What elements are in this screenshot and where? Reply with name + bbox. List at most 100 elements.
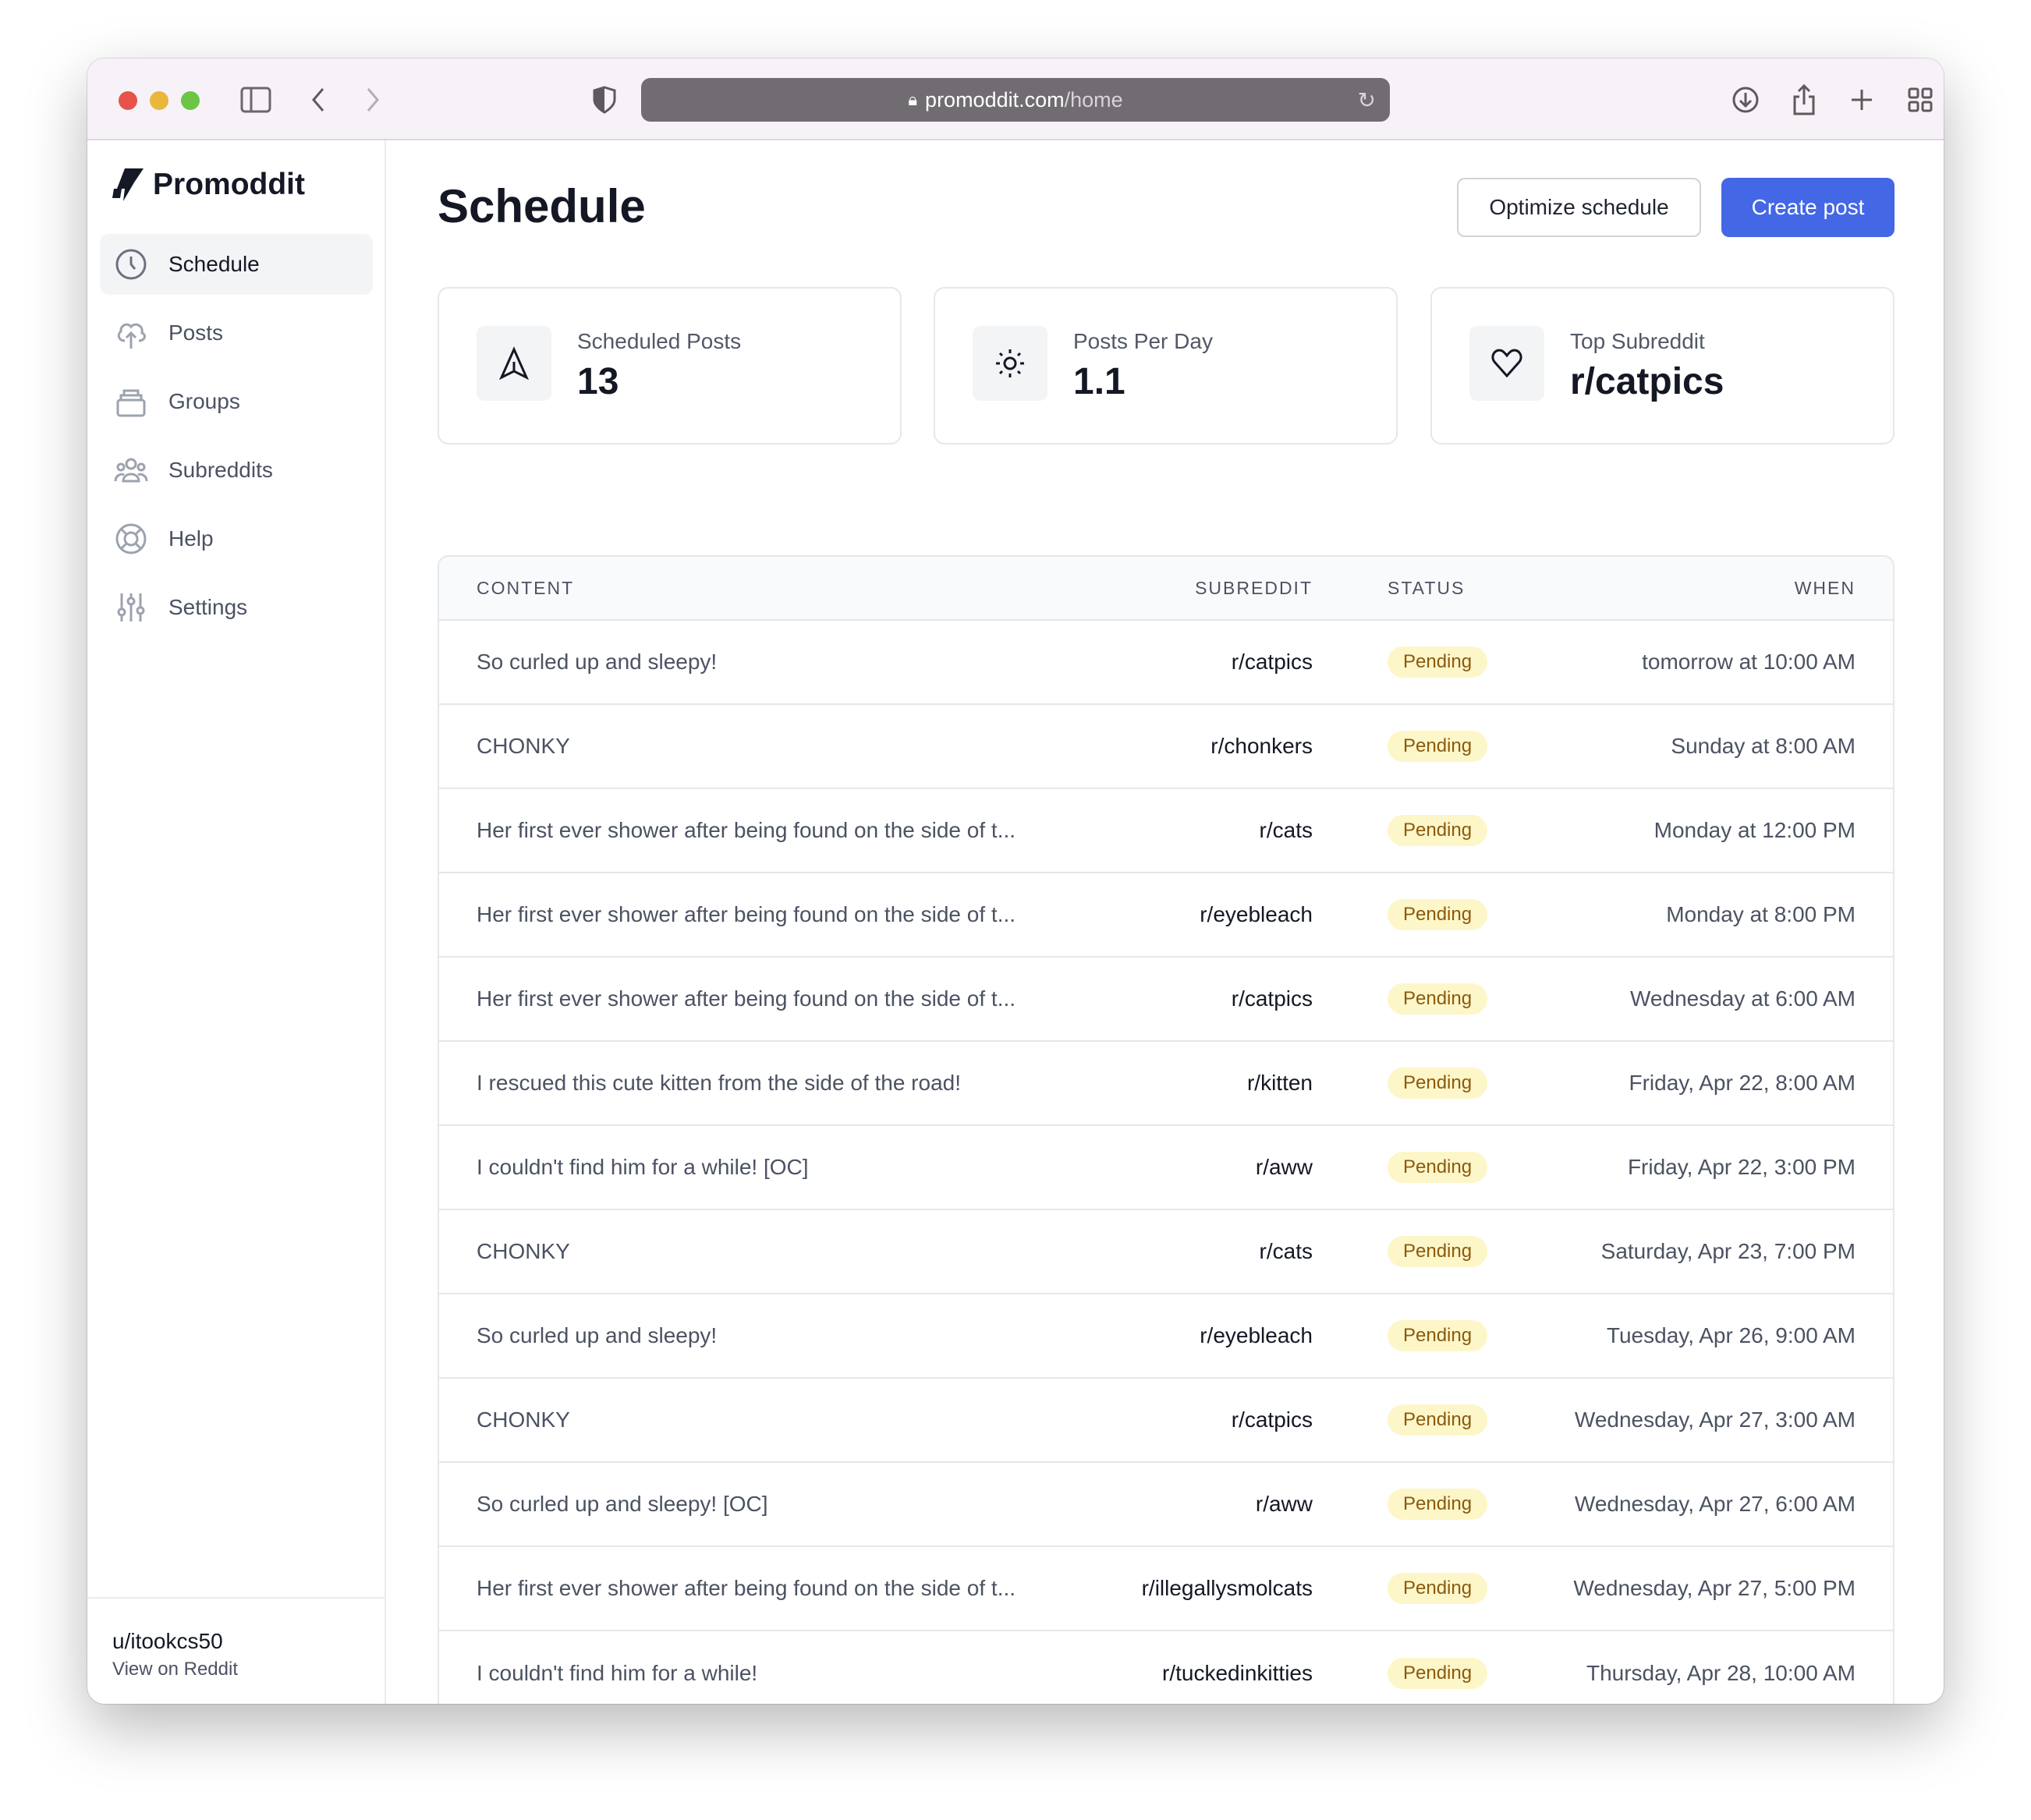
- post-when: Sunday at 8:00 AM: [1671, 734, 1856, 758]
- sidebar-item-label: Settings: [168, 595, 248, 619]
- sidebar: Promoddit Schedule Posts Groups Subreddi…: [87, 140, 386, 1704]
- main-content: Schedule Optimize schedule Create post S…: [386, 140, 1944, 1704]
- post-content: Her first ever shower after being found …: [477, 986, 1016, 1011]
- post-when: Friday, Apr 22, 8:00 AM: [1629, 1071, 1856, 1095]
- url-path: /home: [1064, 87, 1123, 112]
- tab-overview-icon[interactable]: [1902, 82, 1938, 118]
- minimize-window-button[interactable]: [150, 91, 168, 110]
- sidebar-item-label: Subreddits: [168, 458, 273, 482]
- stat-label: Scheduled Posts: [577, 329, 742, 353]
- post-subreddit: r/eyebleach: [1200, 1323, 1313, 1347]
- table-row[interactable]: Her first ever shower after being found …: [439, 789, 1893, 873]
- divider: [87, 1597, 385, 1599]
- back-icon[interactable]: [300, 82, 336, 118]
- sidebar-item-label: Help: [168, 526, 214, 551]
- lock-icon: 🔒︎: [908, 90, 918, 109]
- post-when: Wednesday at 6:00 AM: [1630, 986, 1856, 1011]
- post-subreddit: r/catpics: [1231, 1407, 1313, 1432]
- post-subreddit: r/tuckedinkitties: [1162, 1661, 1313, 1685]
- stack-icon: [116, 389, 146, 417]
- table-row[interactable]: CHONKY r/catpics Pending Wednesday, Apr …: [439, 1379, 1893, 1463]
- sidebar-item-schedule[interactable]: Schedule: [100, 234, 373, 295]
- status-badge: Pending: [1388, 1573, 1488, 1604]
- close-window-button[interactable]: [119, 91, 137, 110]
- sidebar-item-posts[interactable]: Posts: [100, 303, 373, 363]
- table-row[interactable]: So curled up and sleepy! [OC] r/aww Pend…: [439, 1463, 1893, 1547]
- post-subreddit: r/illegallysmolcats: [1141, 1576, 1313, 1600]
- sidebar-toggle-icon[interactable]: [238, 82, 274, 118]
- clock-icon: [115, 249, 147, 280]
- post-when: Friday, Apr 22, 3:00 PM: [1627, 1155, 1856, 1179]
- post-content: Her first ever shower after being found …: [477, 818, 1016, 842]
- heart-icon: [1491, 349, 1522, 378]
- status-badge: Pending: [1388, 1152, 1488, 1183]
- stat-value: 1.1: [1073, 361, 1125, 402]
- stat-value: 13: [577, 361, 619, 402]
- post-content: Her first ever shower after being found …: [477, 902, 1016, 926]
- table-row[interactable]: I couldn't find him for a while! r/tucke…: [439, 1631, 1893, 1704]
- table-row[interactable]: CHONKY r/chonkers Pending Sunday at 8:00…: [439, 705, 1893, 789]
- create-post-button[interactable]: Create post: [1721, 178, 1895, 237]
- status-badge: Pending: [1388, 1068, 1488, 1099]
- maximize-window-button[interactable]: [181, 91, 200, 110]
- app-logo[interactable]: Promoddit: [112, 168, 305, 202]
- sidebar-item-label: Posts: [168, 320, 224, 345]
- stat-label: Posts Per Day: [1073, 329, 1213, 353]
- table-row[interactable]: I rescued this cute kitten from the side…: [439, 1042, 1893, 1126]
- optimize-schedule-button[interactable]: Optimize schedule: [1457, 178, 1701, 237]
- new-tab-icon[interactable]: [1844, 82, 1880, 118]
- post-content: I rescued this cute kitten from the side…: [477, 1071, 961, 1095]
- table-row[interactable]: Her first ever shower after being found …: [439, 958, 1893, 1042]
- post-when: Thursday, Apr 28, 10:00 AM: [1586, 1661, 1856, 1685]
- reload-icon[interactable]: ↻: [1358, 87, 1376, 113]
- post-subreddit: r/kitten: [1246, 1071, 1313, 1095]
- sidebar-item-groups[interactable]: Groups: [100, 371, 373, 432]
- post-when: Monday at 8:00 PM: [1666, 902, 1856, 926]
- sidebar-item-help[interactable]: Help: [100, 508, 373, 569]
- status-badge: Pending: [1388, 983, 1488, 1014]
- status-badge: Pending: [1388, 815, 1488, 846]
- column-header-status: STATUS: [1388, 577, 1466, 598]
- column-header-when: WHEN: [1794, 577, 1856, 598]
- post-content: I couldn't find him for a while!: [477, 1661, 758, 1685]
- post-content: So curled up and sleepy!: [477, 650, 718, 674]
- post-content: I couldn't find him for a while! [OC]: [477, 1155, 809, 1179]
- view-on-reddit-link[interactable]: View on Reddit: [112, 1659, 238, 1680]
- table-row[interactable]: So curled up and sleepy! r/eyebleach Pen…: [439, 1294, 1893, 1379]
- browser-window: 🔒︎ promoddit.com/home ↻ Promoddit Schedu…: [87, 58, 1944, 1704]
- table-row[interactable]: CHONKY r/cats Pending Saturday, Apr 23, …: [439, 1210, 1893, 1294]
- post-subreddit: r/catpics: [1231, 986, 1313, 1011]
- stat-card-posts-per-day: Posts Per Day 1.1: [934, 287, 1398, 444]
- sidebar-item-subreddits[interactable]: Subreddits: [100, 440, 373, 501]
- post-content: CHONKY: [477, 734, 570, 758]
- post-content: Her first ever shower after being found …: [477, 1576, 1016, 1600]
- sidebar-item-settings[interactable]: Settings: [100, 577, 373, 638]
- post-subreddit: r/cats: [1259, 818, 1313, 842]
- table-header: CONTENT SUBREDDIT STATUS WHEN: [439, 557, 1893, 621]
- post-when: tomorrow at 10:00 AM: [1642, 650, 1856, 674]
- post-subreddit: r/eyebleach: [1200, 902, 1313, 926]
- address-bar[interactable]: 🔒︎ promoddit.com/home ↻: [641, 78, 1390, 122]
- sun-icon: [996, 349, 1024, 377]
- post-subreddit: r/chonkers: [1210, 734, 1313, 758]
- shield-icon[interactable]: [587, 82, 622, 118]
- browser-toolbar: 🔒︎ promoddit.com/home ↻: [87, 58, 1944, 140]
- share-icon[interactable]: [1786, 82, 1822, 118]
- status-badge: Pending: [1388, 646, 1488, 678]
- cloud-upload-icon: [117, 323, 146, 349]
- sidebar-item-label: Schedule: [168, 252, 260, 276]
- users-icon: [114, 458, 148, 483]
- table-row[interactable]: Her first ever shower after being found …: [439, 1547, 1893, 1631]
- status-badge: Pending: [1388, 1489, 1488, 1520]
- paper-plane-icon: [498, 346, 530, 381]
- username: u/itookcs50: [112, 1629, 223, 1653]
- post-when: Wednesday, Apr 27, 5:00 PM: [1573, 1576, 1856, 1600]
- status-badge: Pending: [1388, 1236, 1488, 1267]
- app-name: Promoddit: [153, 168, 305, 201]
- download-icon[interactable]: [1728, 82, 1763, 118]
- table-row[interactable]: I couldn't find him for a while! [OC] r/…: [439, 1126, 1893, 1210]
- sidebar-nav: Schedule Posts Groups Subreddits Help Se…: [100, 234, 373, 646]
- table-row[interactable]: So curled up and sleepy! r/catpics Pendi…: [439, 621, 1893, 705]
- forward-icon[interactable]: [355, 82, 391, 118]
- table-row[interactable]: Her first ever shower after being found …: [439, 873, 1893, 958]
